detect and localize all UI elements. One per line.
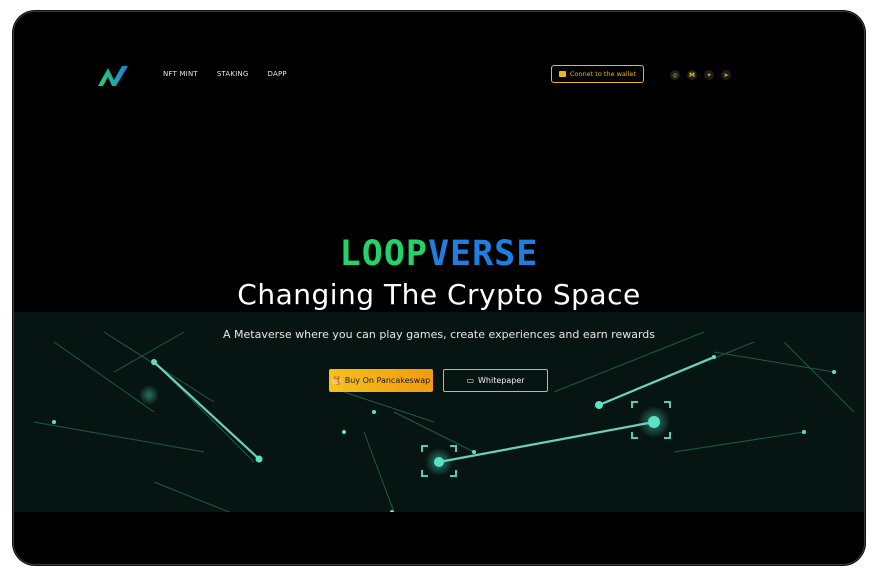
hero-subtitle: Changing The Crypto Space — [237, 278, 641, 311]
hero-tagline: A Metaverse where you can play games, cr… — [222, 328, 656, 341]
loopverse-logo-icon[interactable] — [96, 62, 130, 90]
browser-frame: NFT MINT STAKING DAPP Connet to the wall… — [13, 11, 865, 565]
hero-title: LOOPVERSE — [14, 234, 864, 274]
whitepaper-button[interactable]: ▭ Whitepaper — [443, 369, 548, 392]
pancake-icon: 🥞 — [331, 376, 342, 385]
nav-item-dapp[interactable]: DAPP — [268, 70, 287, 78]
nav-item-staking[interactable]: STAKING — [217, 70, 249, 78]
connect-wallet-label: Connet to the wallet — [569, 70, 637, 78]
main-nav: NFT MINT STAKING DAPP — [163, 70, 287, 78]
twitter-icon[interactable]: ✦ — [704, 70, 714, 80]
whitepaper-button-label: Whitepaper — [478, 376, 525, 385]
instagram-icon[interactable]: ◎ — [670, 70, 680, 80]
buy-pancakeswap-button[interactable]: 🥞 Buy On Pancakeswap — [329, 369, 433, 392]
hero-title-part1: LOOP — [339, 234, 428, 274]
nav-item-nft-mint[interactable]: NFT MINT — [163, 70, 198, 78]
telegram-icon[interactable]: ➤ — [721, 70, 731, 80]
medium-icon[interactable]: M — [687, 70, 697, 80]
document-icon: ▭ — [466, 376, 475, 385]
buy-button-label: Buy On Pancakeswap — [344, 376, 431, 385]
connect-wallet-button[interactable]: Connet to the wallet — [551, 65, 644, 83]
wallet-icon — [558, 71, 566, 77]
social-links: ◎ M ✦ ➤ — [670, 70, 731, 80]
hero-title-part2: VERSE — [427, 234, 539, 274]
